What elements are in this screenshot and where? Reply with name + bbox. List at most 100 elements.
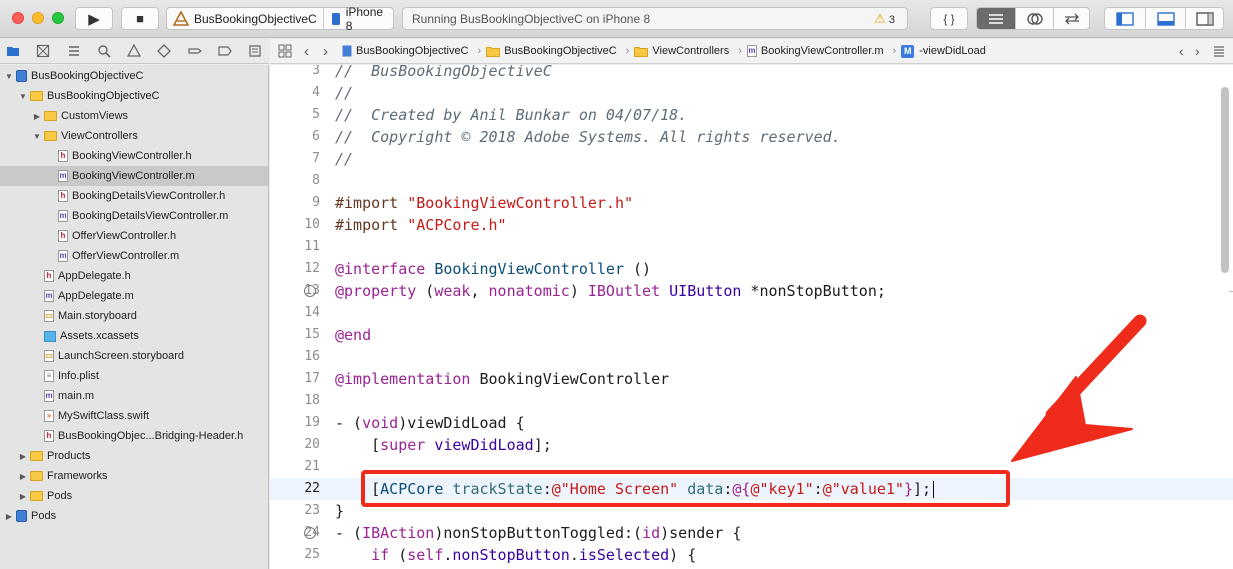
code-line[interactable]: 9 #import "BookingViewController.h"	[270, 192, 1233, 214]
forward-button[interactable]: ›	[323, 43, 328, 60]
code-line[interactable]: 4 //	[270, 82, 1233, 104]
navigator-item[interactable]: m OfferViewController.m	[0, 246, 268, 266]
line-number[interactable]: 12	[270, 258, 320, 280]
navigator-item[interactable]: m AppDelegate.m	[0, 286, 268, 306]
code-line[interactable]: 15 @end	[270, 324, 1233, 346]
disclosure-collapsed-icon[interactable]: ▶	[18, 492, 28, 501]
code-line[interactable]: 20 [super viewDidLoad];	[270, 434, 1233, 456]
navigator-item[interactable]: ▶ Products	[0, 446, 268, 466]
line-number[interactable]: 23	[270, 500, 320, 522]
disclosure-collapsed-icon[interactable]: ▶	[4, 512, 14, 521]
disclosure-collapsed-icon[interactable]: ▶	[32, 112, 42, 121]
code-line[interactable]: 19 - (void)viewDidLoad {	[270, 412, 1233, 434]
jump-crumb-group[interactable]: BusBookingObjectiveC	[486, 45, 617, 57]
stop-button[interactable]: ■	[121, 7, 159, 30]
code-line[interactable]: 11	[270, 236, 1233, 258]
code-line[interactable]: 22 [ACPCore trackState:@"Home Screen" da…	[270, 478, 1233, 500]
code-line[interactable]: 12 @interface BookingViewController ()	[270, 258, 1233, 280]
code-line[interactable]: 6 // Copyright © 2018 Adobe Systems. All …	[270, 126, 1233, 148]
project-navigator-icon[interactable]	[6, 44, 20, 58]
line-number[interactable]: 9	[270, 192, 320, 214]
jump-crumb-file[interactable]: m BookingViewController.m	[746, 45, 884, 57]
navigator-item[interactable]: ▭ Main.storyboard	[0, 306, 268, 326]
line-number[interactable]: 14	[270, 302, 320, 324]
library-button[interactable]: { }	[930, 7, 968, 30]
line-number[interactable]: 7	[270, 148, 320, 170]
source-control-navigator-icon[interactable]	[36, 44, 50, 58]
navigator-item[interactable]: h AppDelegate.h	[0, 266, 268, 286]
navigator-item[interactable]: m BookingDetailsViewController.m	[0, 206, 268, 226]
disclosure-expanded-icon[interactable]: ▼	[18, 92, 28, 101]
code-line[interactable]: 25 if (self.nonStopButton.isSelected) {	[270, 544, 1233, 566]
navigator-item[interactable]: m main.m	[0, 386, 268, 406]
navigator-item[interactable]: ▶ Pods	[0, 486, 268, 506]
disclosure-expanded-icon[interactable]: ▼	[32, 132, 42, 141]
find-navigator-icon[interactable]	[97, 44, 111, 58]
navigator-item[interactable]: ▼ ViewControllers	[0, 126, 268, 146]
line-number[interactable]: 17	[270, 368, 320, 390]
line-number[interactable]: 8	[270, 170, 320, 192]
code-line[interactable]: 3 // BusBookingObjectiveC	[270, 65, 1233, 82]
run-button[interactable]: ▶	[75, 7, 113, 30]
disclosure-collapsed-icon[interactable]: ▶	[18, 472, 28, 481]
code-line[interactable]: 5 // Created by Anil Bunkar on 04/07/18.	[270, 104, 1233, 126]
version-editor-button[interactable]	[1053, 8, 1089, 29]
issue-navigator-icon[interactable]	[127, 44, 141, 58]
code-line[interactable]: 16	[270, 346, 1233, 368]
report-navigator-icon[interactable]	[248, 44, 262, 58]
previous-issue-button[interactable]: ‹	[1179, 43, 1184, 59]
minimap-icon[interactable]	[1212, 44, 1226, 58]
close-window-button[interactable]	[12, 12, 24, 24]
breakpoint-navigator-icon[interactable]	[218, 44, 232, 58]
line-number[interactable]: 5	[270, 104, 320, 126]
navigator-item[interactable]: » MySwiftClass.swift	[0, 406, 268, 426]
disclosure-collapsed-icon[interactable]: ▶	[18, 452, 28, 461]
code-line[interactable]: 10 #import "ACPCore.h"	[270, 214, 1233, 236]
code-line[interactable]: 23}	[270, 500, 1233, 522]
code-line[interactable]: 18	[270, 390, 1233, 412]
zoom-window-button[interactable]	[52, 12, 64, 24]
minimize-window-button[interactable]	[32, 12, 44, 24]
line-number[interactable]: 4	[270, 82, 320, 104]
line-number[interactable]: 11	[270, 236, 320, 258]
line-number[interactable]: 15	[270, 324, 320, 346]
line-number[interactable]: 16	[270, 346, 320, 368]
source-editor[interactable]: 3 // BusBookingObjectiveC 4 // 5 // Created b…	[270, 65, 1233, 569]
toggle-debug-area-button[interactable]	[1145, 8, 1185, 29]
line-number[interactable]: 10	[270, 214, 320, 236]
outlet-connection-icon[interactable]	[304, 285, 316, 297]
jump-crumb-project[interactable]: BusBookingObjectiveC	[342, 45, 469, 57]
next-issue-button[interactable]: ›	[1195, 43, 1200, 59]
navigator-item[interactable]: ▭ LaunchScreen.storyboard	[0, 346, 268, 366]
test-navigator-icon[interactable]	[157, 44, 171, 58]
navigator-item[interactable]: h OfferViewController.h	[0, 226, 268, 246]
navigator-item[interactable]: ▶ Frameworks	[0, 466, 268, 486]
debug-navigator-icon[interactable]	[188, 44, 202, 58]
navigator-item[interactable]: ▶ CustomViews	[0, 106, 268, 126]
navigator-item[interactable]: h BookingViewController.h	[0, 146, 268, 166]
related-items-icon[interactable]	[278, 44, 292, 58]
navigator-item[interactable]: h BookingDetailsViewController.h	[0, 186, 268, 206]
symbol-navigator-icon[interactable]	[67, 44, 81, 58]
line-number[interactable]: 19	[270, 412, 320, 434]
navigator-item[interactable]: Assets.xcassets	[0, 326, 268, 346]
back-button[interactable]: ‹	[304, 43, 309, 60]
disclosure-expanded-icon[interactable]: ▼	[4, 72, 14, 81]
jump-crumb-folder[interactable]: ViewControllers	[634, 45, 729, 57]
toggle-navigator-button[interactable]	[1105, 8, 1145, 29]
standard-editor-button[interactable]	[977, 8, 1015, 29]
line-number[interactable]: 3	[270, 65, 320, 82]
scheme-selector[interactable]: BusBookingObjectiveC iPhone 8	[166, 5, 394, 33]
code-line[interactable]: 8	[270, 170, 1233, 192]
jump-crumb-method[interactable]: M -viewDidLoad	[901, 44, 986, 58]
line-number[interactable]: 6	[270, 126, 320, 148]
toggle-inspector-button[interactable]	[1185, 8, 1223, 29]
assistant-editor-button[interactable]	[1015, 8, 1053, 29]
warning-indicator[interactable]: ⚠ 3	[874, 11, 895, 27]
navigator-item[interactable]: ▼ BusBookingObjectiveC	[0, 86, 268, 106]
outlet-connection-icon[interactable]	[304, 527, 316, 539]
code-line[interactable]: 14	[270, 302, 1233, 324]
code-line[interactable]: 24- (IBAction)nonStopButtonToggled:(id)s…	[270, 522, 1233, 544]
code-line[interactable]: 17 @implementation BookingViewController	[270, 368, 1233, 390]
line-number[interactable]: 21	[270, 456, 320, 478]
